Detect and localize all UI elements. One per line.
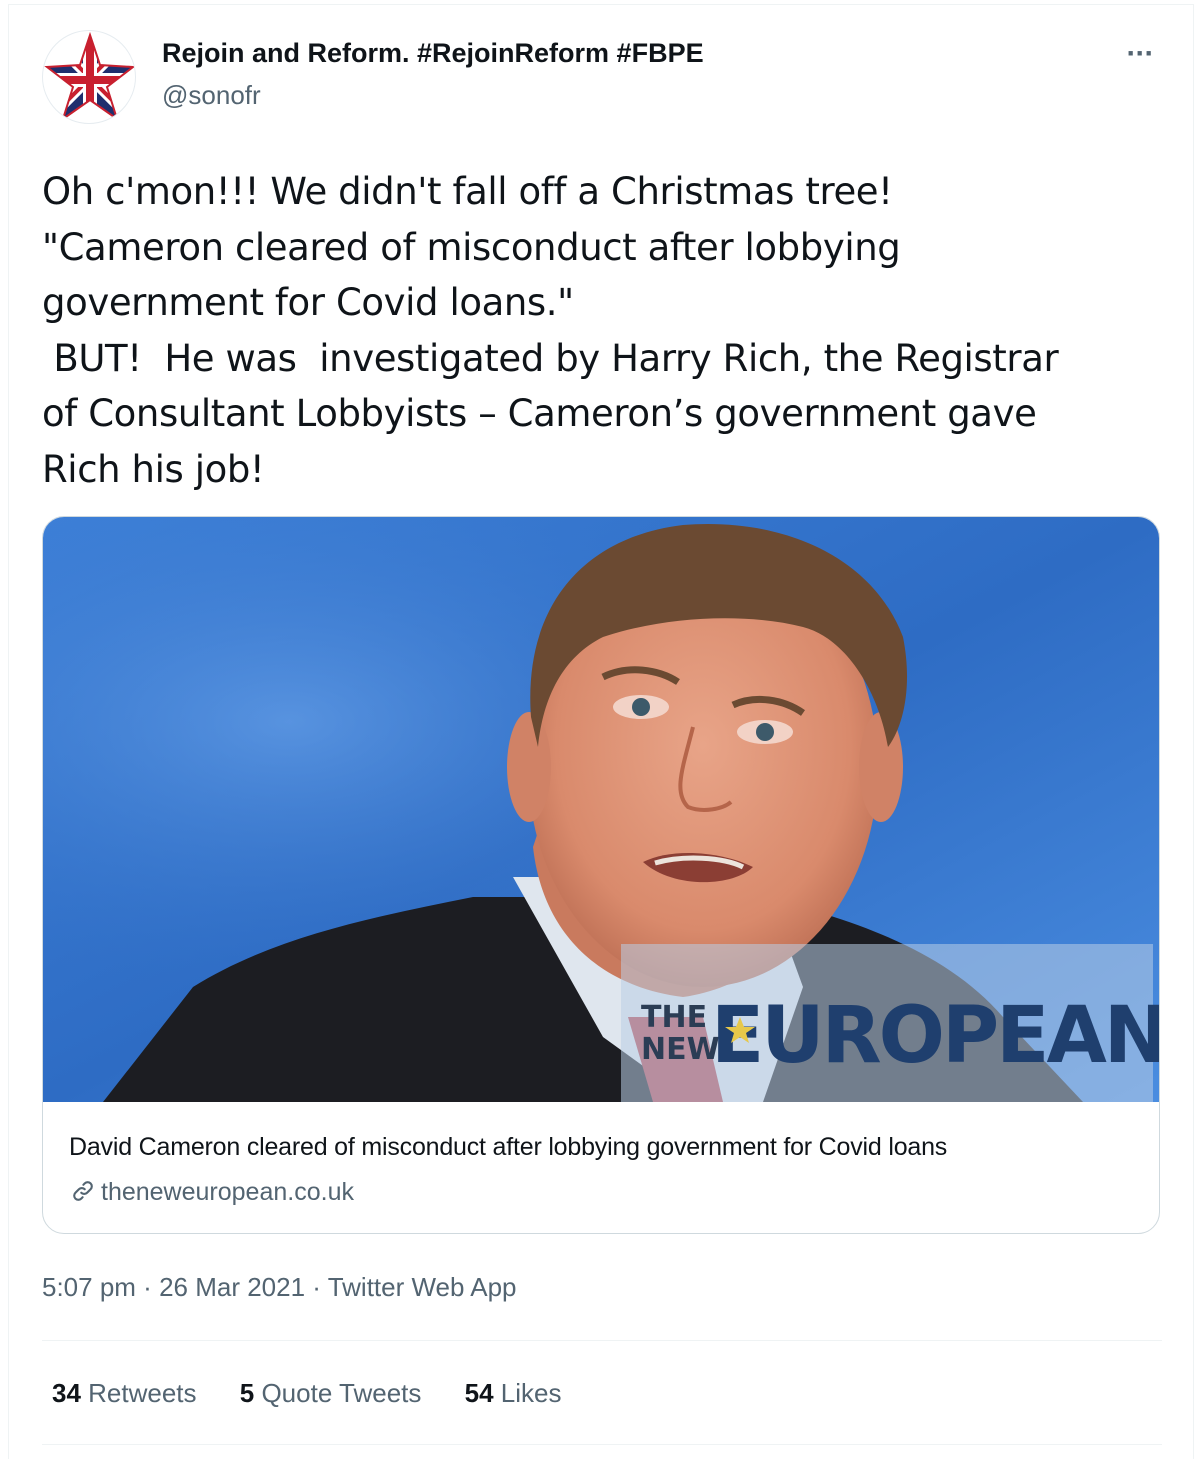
star-logo-icon <box>44 31 135 122</box>
politician-photo: THE NEW EUROPEAN <box>43 517 1160 1102</box>
likes-stat[interactable]: 54 Likes <box>465 1378 562 1409</box>
card-title[interactable]: David Cameron cleared of misconduct afte… <box>69 1133 947 1162</box>
card-domain[interactable]: theneweuropean.co.uk <box>69 1177 354 1207</box>
tweet-metadata: 5:07 pm · 26 Mar 2021 · Twitter Web App <box>42 1272 517 1303</box>
meta-separator: · <box>135 1272 160 1302</box>
likes-count: 54 <box>464 1378 494 1408</box>
card-image[interactable]: THE NEW EUROPEAN <box>43 517 1160 1102</box>
link-icon <box>73 1181 93 1201</box>
tweet-time[interactable]: 5:07 pm <box>42 1272 136 1302</box>
retweets-stat[interactable]: 34 Retweets <box>52 1378 197 1409</box>
tweet-line: "Cameron cleared of misconduct after lob… <box>42 225 901 269</box>
engagement-stats: 34 Retweets 5 Quote Tweets 54 Likes <box>52 1378 597 1409</box>
tweet-date[interactable]: 26 Mar 2021 <box>159 1272 305 1302</box>
author-handle[interactable]: @sonofr <box>162 80 261 111</box>
watermark-the: THE <box>641 1000 707 1035</box>
retweets-label: Retweets <box>80 1378 197 1408</box>
tweet-line: of Consultant Lobbyists – Cameron’s gove… <box>42 392 1037 435</box>
author-display-name[interactable]: Rejoin and Reform. #RejoinReform #FBPE <box>162 38 704 69</box>
divider <box>42 1444 1162 1445</box>
quote-tweets-label: Quote Tweets <box>254 1378 422 1408</box>
more-options-icon[interactable]: ··· <box>1118 34 1162 74</box>
likes-label: Likes <box>493 1378 562 1408</box>
retweets-count: 34 <box>52 1378 81 1408</box>
tweet-line: government for Covid loans." <box>42 281 574 324</box>
tweet-source[interactable]: Twitter Web App <box>328 1272 517 1302</box>
quote-tweets-count: 5 <box>239 1378 255 1408</box>
quote-tweets-stat[interactable]: 5 Quote Tweets <box>240 1378 422 1409</box>
tweet-line: Rich his job! <box>42 447 265 491</box>
card-domain-text[interactable]: theneweuropean.co.uk <box>101 1178 354 1206</box>
avatar[interactable] <box>42 30 136 124</box>
link-preview-card[interactable]: THE NEW EUROPEAN David Cameron cleared o… <box>42 516 1160 1234</box>
tweet-line: Oh c'mon!!! We didn't fall off a Christm… <box>42 170 893 213</box>
tweet-line: BUT! He was investigated by Harry Rich, … <box>42 336 1059 380</box>
meta-separator: · <box>305 1272 328 1302</box>
divider <box>42 1340 1162 1341</box>
tweet-text: Oh c'mon!!! We didn't fall off a Christm… <box>42 164 1172 497</box>
watermark-new: NEW <box>641 1032 720 1067</box>
watermark-european: EUROPEAN <box>711 991 1160 1081</box>
